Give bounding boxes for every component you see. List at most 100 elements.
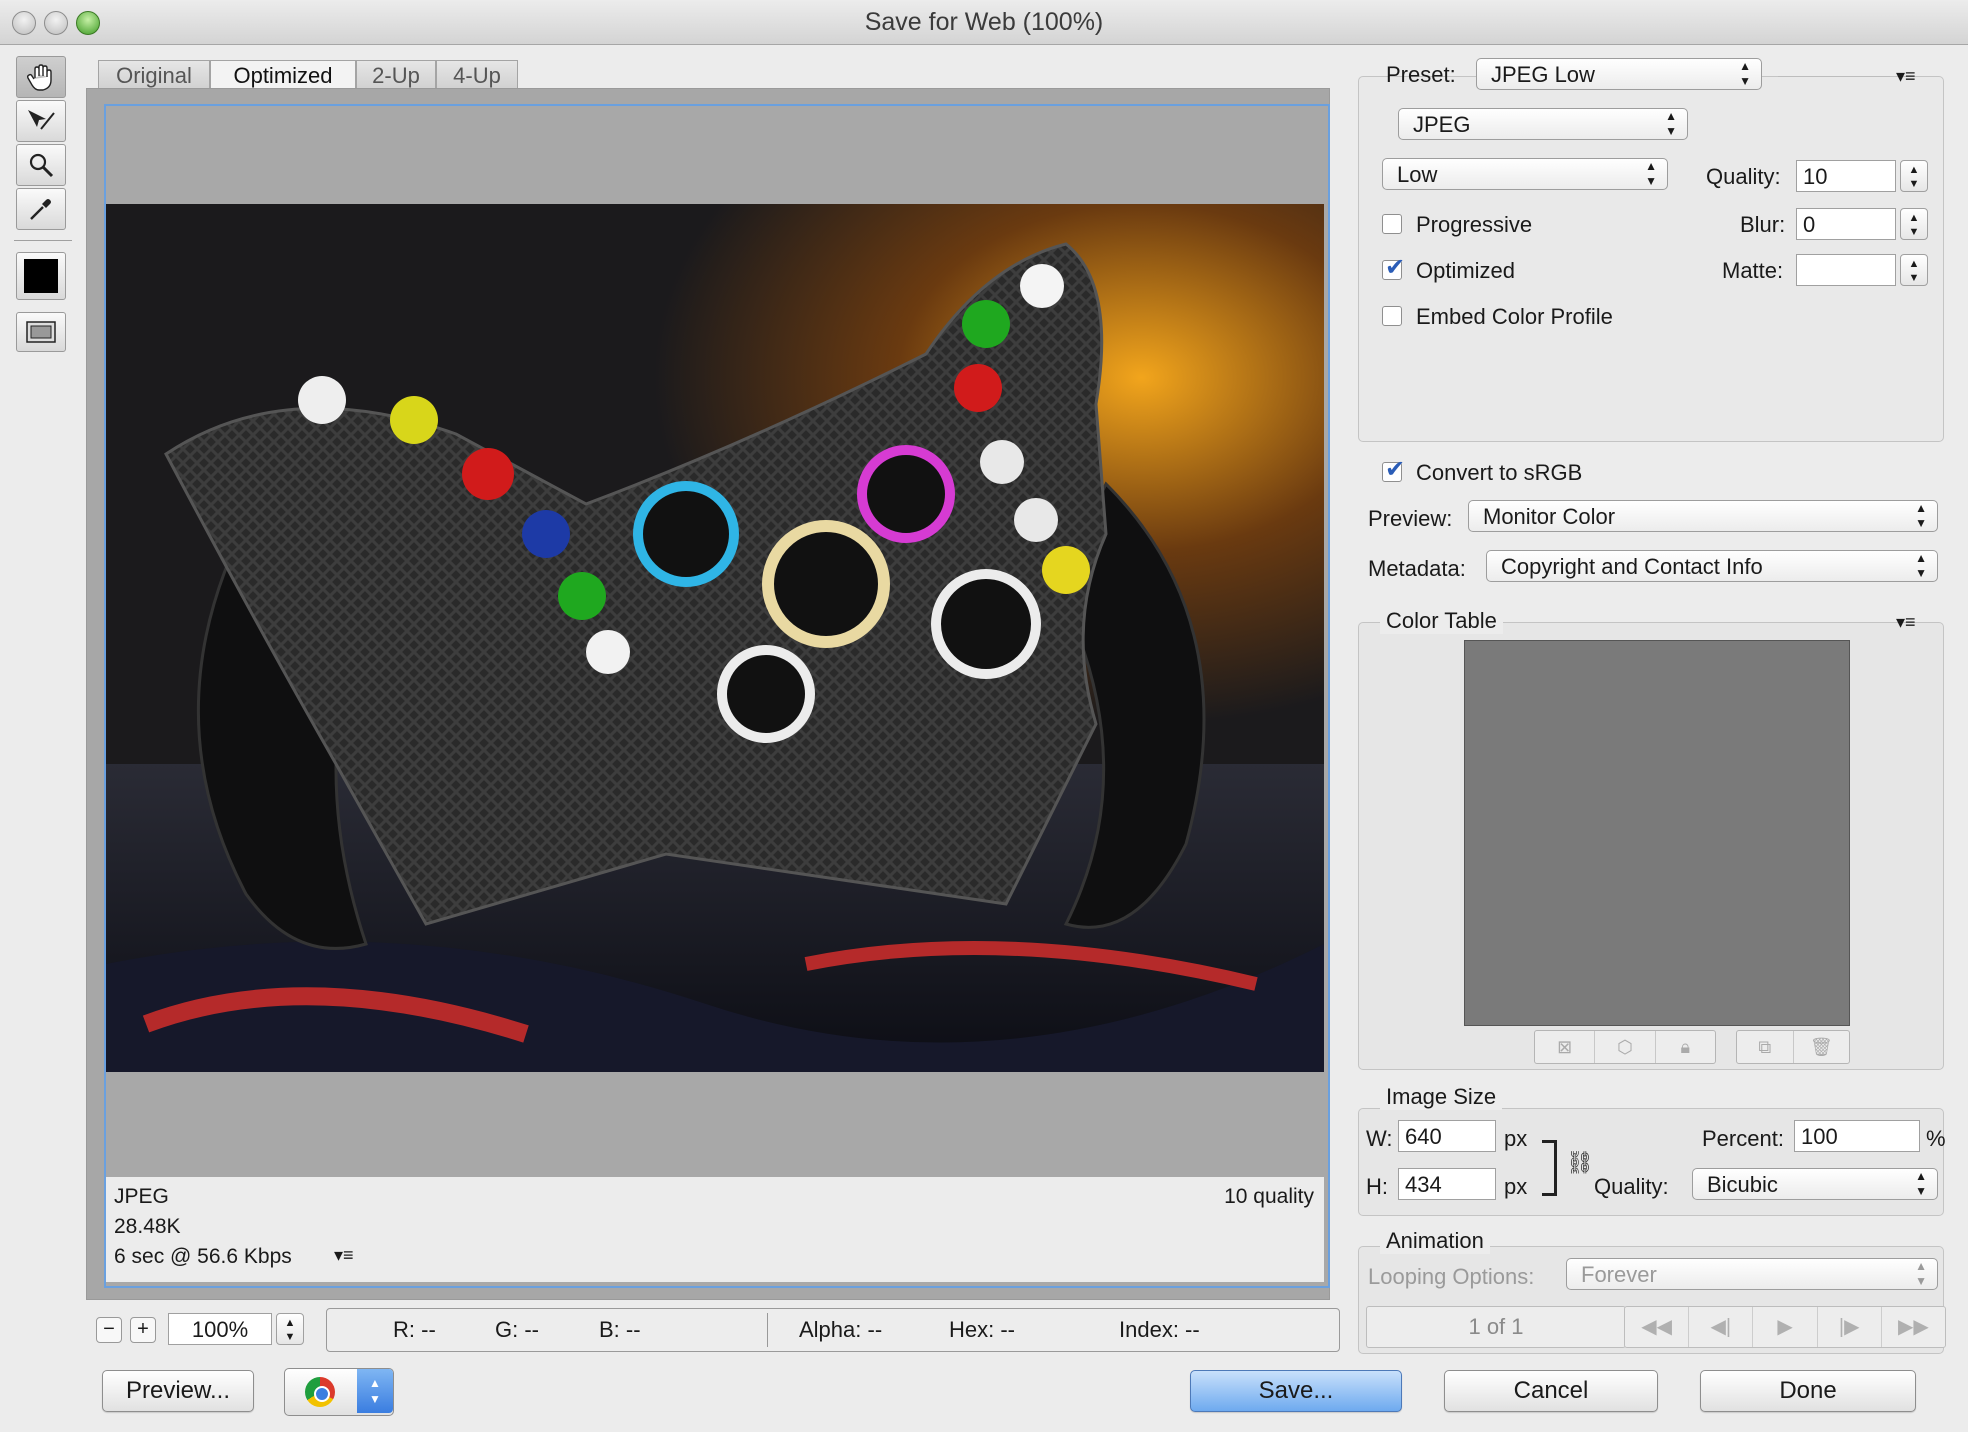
updown-arrows-icon: ▲ ▼ [1915, 1169, 1927, 1198]
toggle-slices-visibility[interactable] [16, 312, 66, 352]
updown-arrows-icon: ▲ ▼ [1915, 1259, 1927, 1288]
blur-field[interactable]: 0 [1796, 208, 1896, 240]
width-field[interactable]: 640 [1398, 1120, 1496, 1152]
embed-color-profile-label: Embed Color Profile [1416, 304, 1613, 329]
minus-icon: − [103, 1318, 115, 1340]
resample-quality-label: Quality: [1594, 1174, 1669, 1199]
done-button[interactable]: Done [1700, 1370, 1916, 1412]
info-quality: 10 quality [1224, 1185, 1314, 1208]
preset-popup[interactable]: JPEG Low ▲ ▼ [1476, 58, 1762, 90]
preview-color-popup[interactable]: Monitor Color ▲ ▼ [1468, 500, 1938, 532]
map-transparent-icon[interactable]: ⊠ [1535, 1031, 1596, 1063]
metadata-label: Metadata: [1368, 556, 1466, 581]
eyedropper-color-swatch[interactable] [16, 252, 66, 300]
optimized-checkbox[interactable] [1382, 253, 1405, 282]
updown-arrows-icon: ▲ ▼ [1739, 59, 1751, 88]
zoom-level-field[interactable]: 100% [168, 1313, 272, 1345]
looping-options-label: Looping Options: [1368, 1264, 1535, 1289]
tab-2-up[interactable]: 2-Up [356, 60, 436, 91]
steering-wheel-photo [106, 204, 1324, 1072]
trash-icon[interactable]: 🗑︎ [1794, 1031, 1850, 1063]
updown-arrows-icon: ▲ ▼ [1665, 109, 1677, 138]
readout-alpha: Alpha: -- [799, 1317, 883, 1342]
preview-color-value: Monitor Color [1483, 504, 1616, 529]
file-format-popup[interactable]: JPEG ▲ ▼ [1398, 108, 1688, 140]
optimization-info: JPEG 28.48K 6 sec @ 56.6 Kbps ▾≡ 10 qual… [106, 1177, 1324, 1282]
last-frame-icon[interactable]: ▶▶ [1882, 1307, 1945, 1347]
color-table-title: Color Table [1380, 608, 1503, 634]
updown-arrows-icon: ▲ ▼ [1645, 159, 1657, 188]
zoom-in-button[interactable]: + [130, 1317, 156, 1343]
tab-4-up[interactable]: 4-Up [436, 60, 518, 91]
preset-divider [1778, 76, 1890, 77]
chevron-updown-icon: ▲ ▼ [357, 1369, 393, 1413]
preset-value: JPEG Low [1491, 62, 1595, 87]
metadata-popup[interactable]: Copyright and Contact Info ▲ ▼ [1486, 550, 1938, 582]
matte-stepper[interactable]: ▲ ▼ [1900, 254, 1928, 286]
convert-to-srgb-label: Convert to sRGB [1416, 460, 1583, 485]
preview-button[interactable]: Preview... [102, 1370, 254, 1412]
animation-title: Animation [1380, 1228, 1490, 1254]
updown-arrows-icon: ▲ ▼ [1915, 551, 1927, 580]
zoom-level-stepper[interactable]: ▲ ▼ [276, 1313, 304, 1345]
eyedropper-icon [30, 199, 51, 220]
save-button[interactable]: Save... [1190, 1370, 1402, 1412]
new-color-icon[interactable]: ⧉ [1737, 1031, 1794, 1063]
play-icon[interactable]: ▶ [1753, 1307, 1818, 1347]
compression-value: Low [1397, 162, 1438, 187]
info-download-time: 6 sec @ 56.6 Kbps [114, 1245, 292, 1268]
matte-field[interactable] [1796, 254, 1896, 286]
readout-hex: Hex: -- [949, 1317, 1015, 1342]
cancel-button[interactable]: Cancel [1444, 1370, 1658, 1412]
web-shift-icon[interactable]: ⬡ [1595, 1031, 1656, 1063]
blur-stepper[interactable]: ▲ ▼ [1900, 208, 1928, 240]
slice-select-icon [28, 110, 55, 130]
file-format-value: JPEG [1413, 112, 1471, 137]
color-table-edit-tools: ⧉ 🗑︎ [1736, 1030, 1850, 1064]
image-size-title: Image Size [1380, 1084, 1503, 1110]
frame-counter: 1 of 1 [1366, 1306, 1626, 1348]
next-frame-icon[interactable]: |▶ [1818, 1307, 1882, 1347]
progressive-label: Progressive [1416, 212, 1533, 237]
compression-quality-popup[interactable]: Low ▲ ▼ [1382, 158, 1668, 190]
window-title: Save for Web (100%) [864, 8, 1104, 36]
previous-frame-icon[interactable]: ◀| [1689, 1307, 1754, 1347]
readout-g: G: -- [495, 1317, 539, 1342]
readout-index: Index: -- [1119, 1317, 1200, 1342]
pixel-readout-panel: R: -- G: -- B: -- Alpha: -- Hex: -- Inde… [326, 1308, 1340, 1352]
updown-arrows-icon: ▲ ▼ [1915, 501, 1927, 530]
color-table-menu-icon[interactable]: ▾≡ [1896, 612, 1916, 633]
convert-to-srgb-checkbox[interactable] [1382, 455, 1405, 484]
preview-image[interactable] [106, 204, 1324, 1072]
width-unit: px [1504, 1126, 1528, 1151]
info-file-size: 28.48K [114, 1215, 181, 1238]
embed-color-profile-checkbox[interactable] [1382, 306, 1402, 326]
eyedropper-tool[interactable] [16, 188, 66, 230]
looping-options-value: Forever [1581, 1262, 1657, 1287]
title-bar: Save for Web (100%) [0, 0, 1968, 45]
quality-stepper[interactable]: ▲ ▼ [1900, 160, 1928, 192]
percent-field[interactable]: 100 [1794, 1120, 1920, 1152]
progressive-checkbox[interactable] [1382, 214, 1402, 234]
tab-original[interactable]: Original [98, 60, 210, 91]
width-label: W: [1366, 1126, 1393, 1151]
slice-select-tool[interactable] [16, 100, 66, 142]
first-frame-icon[interactable]: ◀◀ [1625, 1307, 1690, 1347]
zoom-tool[interactable] [16, 144, 66, 186]
height-field[interactable]: 434 [1398, 1168, 1496, 1200]
metadata-value: Copyright and Contact Info [1501, 554, 1763, 579]
lock-color-icon[interactable]: 🔒︎ [1656, 1031, 1715, 1063]
height-label: H: [1366, 1174, 1388, 1199]
zoom-out-button[interactable]: − [96, 1317, 122, 1343]
chain-link-icon[interactable]: ⛓︎ [1566, 1150, 1594, 1176]
resample-quality-popup[interactable]: Bicubic ▲ ▼ [1692, 1168, 1938, 1200]
looping-options-popup[interactable]: Forever ▲ ▼ [1566, 1258, 1938, 1290]
quality-field[interactable]: 10 [1796, 160, 1896, 192]
color-table-swatches[interactable] [1464, 640, 1850, 1026]
tab-optimized[interactable]: Optimized [210, 60, 356, 91]
download-speed-menu-icon[interactable]: ▾≡ [334, 1245, 354, 1266]
hand-tool[interactable] [16, 56, 66, 98]
hand-icon [26, 64, 52, 91]
optimize-menu-icon[interactable]: ▾≡ [1896, 66, 1916, 87]
preview-browser-popup[interactable]: ▲ ▼ [284, 1368, 394, 1416]
